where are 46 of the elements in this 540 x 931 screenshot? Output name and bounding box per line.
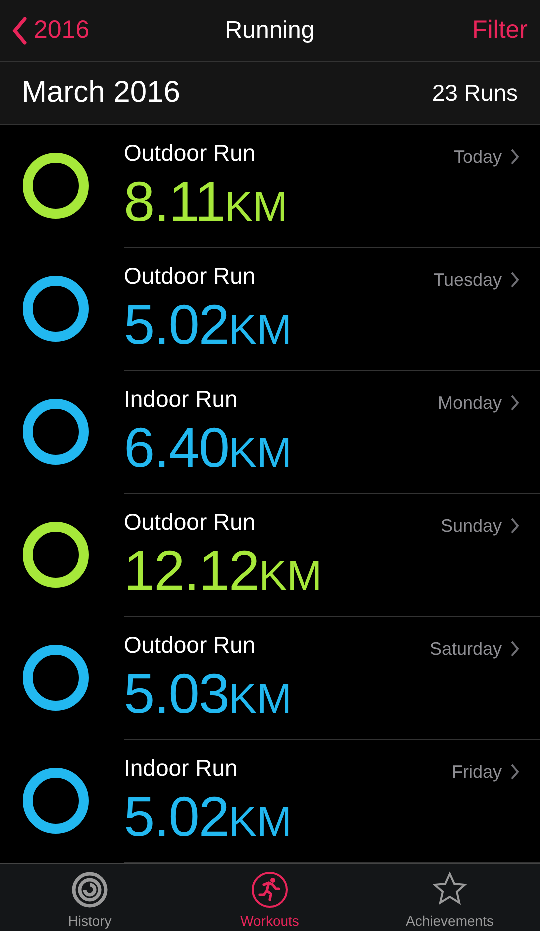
workout-day[interactable]: Saturday bbox=[430, 638, 520, 660]
workout-name: Indoor Run bbox=[124, 386, 239, 414]
workout-name: Indoor Run bbox=[124, 755, 239, 782]
distance-unit: KM bbox=[259, 552, 322, 600]
workout-day[interactable]: Tuesday bbox=[434, 269, 520, 292]
chevron-icon bbox=[510, 148, 520, 166]
workout-day[interactable]: Monday bbox=[438, 392, 520, 414]
tab-item[interactable]: Achievements bbox=[360, 864, 540, 931]
distance-value: 5.02 bbox=[124, 292, 229, 358]
distance-value: 5.03 bbox=[124, 661, 229, 726]
workout-name: Outdoor Run bbox=[124, 632, 257, 660]
workout-day[interactable]: Sunday bbox=[440, 515, 520, 538]
back-button[interactable]: 2016 bbox=[12, 16, 90, 46]
workout-name: Outdoor Run bbox=[124, 140, 257, 168]
tab-item[interactable]: History bbox=[0, 864, 180, 931]
distance-unit: KM bbox=[229, 429, 292, 478]
distance-value: 6.40 bbox=[124, 415, 229, 480]
screen-title: Running bbox=[225, 16, 315, 45]
chevron-icon bbox=[510, 517, 520, 536]
distance-value: 8.11 bbox=[124, 169, 225, 234]
distance-unit: KM bbox=[229, 306, 292, 354]
workout-row[interactable]: Outdoor Run 12.12KM Sunday bbox=[0, 494, 540, 617]
rings-icon bbox=[71, 871, 109, 910]
workout-day[interactable]: Friday bbox=[452, 761, 520, 784]
workout-row[interactable]: Outdoor Run 5.02KM Tuesday bbox=[0, 248, 540, 371]
distance-value: 12.12 bbox=[124, 538, 260, 604]
runner-icon bbox=[251, 871, 289, 910]
distance-unit: KM bbox=[229, 675, 292, 724]
month-title: March 2016 bbox=[22, 76, 180, 110]
back-chevron-icon bbox=[12, 16, 28, 45]
distance-unit: KM bbox=[229, 798, 292, 846]
workout-name: Outdoor Run bbox=[124, 263, 257, 290]
workout-row[interactable]: Outdoor Run 5.03KM Saturday bbox=[0, 616, 540, 740]
workout-name: Outdoor Run bbox=[124, 509, 257, 536]
chevron-icon bbox=[510, 394, 520, 412]
workout-row[interactable]: Indoor Run 6.40KM Monday bbox=[0, 370, 540, 494]
filter-button[interactable]: Filter bbox=[472, 16, 528, 46]
chevron-icon bbox=[510, 763, 520, 782]
workout-day[interactable]: Today bbox=[454, 146, 520, 168]
workout-row[interactable]: Outdoor Run 8.11KM Today bbox=[0, 124, 540, 248]
chevron-icon bbox=[510, 271, 520, 290]
distance-value: 5.02 bbox=[124, 784, 229, 850]
distance-unit: KM bbox=[224, 183, 288, 232]
run-count: 23 Runs bbox=[432, 80, 518, 107]
tab-item[interactable]: Workouts bbox=[180, 864, 360, 931]
chevron-icon bbox=[510, 640, 520, 658]
